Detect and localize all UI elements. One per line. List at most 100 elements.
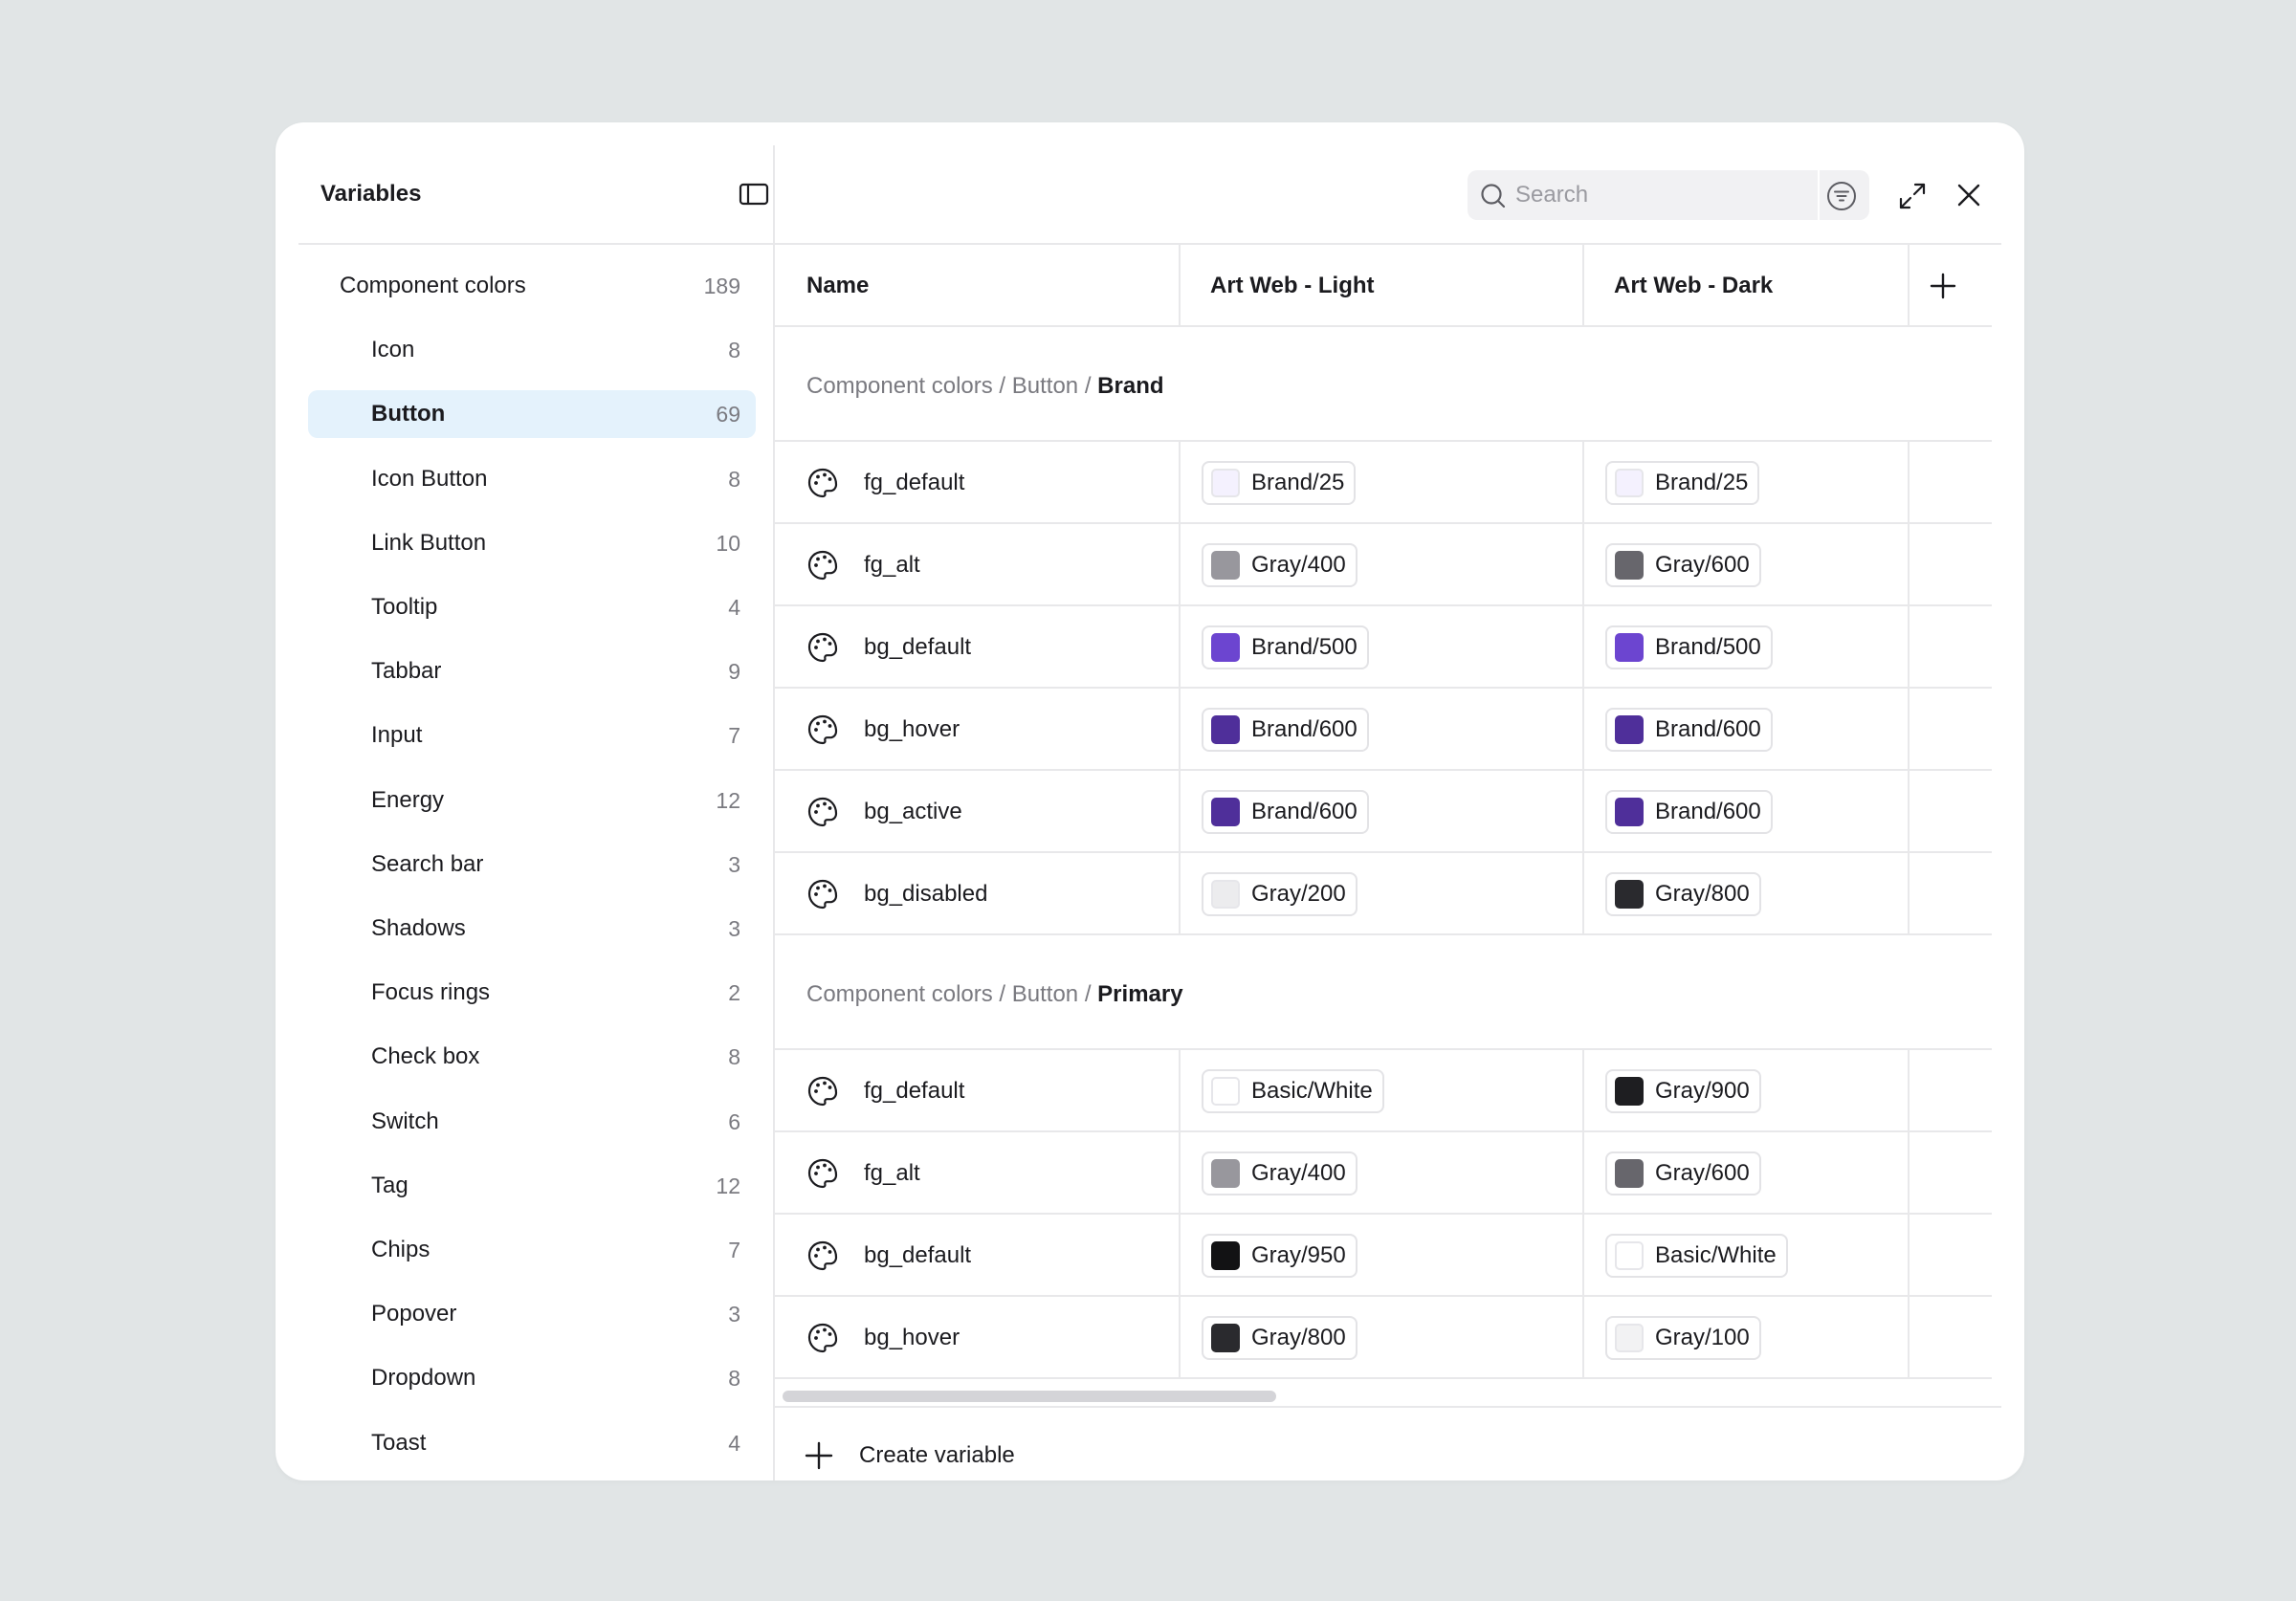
sidebar-item-tag[interactable]: Tag 12 — [308, 1162, 756, 1210]
color-value-label: Gray/100 — [1655, 1325, 1750, 1350]
variable-row[interactable]: bg_hover Brand/600 Brand/600 — [775, 689, 1992, 771]
sidebar-item-link-button[interactable]: Link Button 10 — [308, 519, 756, 567]
color-value-chip[interactable]: Gray/400 — [1202, 543, 1358, 587]
variable-row[interactable]: bg_active Brand/600 Brand/600 — [775, 771, 1992, 853]
color-value-chip[interactable]: Brand/600 — [1605, 708, 1773, 752]
variable-name: bg_hover — [864, 1325, 960, 1350]
sidebar-item-switch[interactable]: Switch 6 — [308, 1098, 756, 1146]
sidebar-item-label: Input — [371, 722, 423, 748]
add-mode-plus-icon[interactable] — [1927, 270, 1959, 302]
sidebar-item-label: Search bar — [371, 851, 484, 877]
column-header-mode-dark[interactable]: Art Web - Dark — [1614, 245, 1773, 327]
column-divider — [1908, 853, 1910, 935]
column-divider — [1179, 524, 1181, 606]
sidebar-item-toast[interactable]: Toast 4 — [308, 1419, 756, 1467]
sidebar-item-dropdown[interactable]: Dropdown 8 — [308, 1354, 756, 1402]
column-divider — [1179, 1297, 1181, 1379]
color-value-label: Brand/25 — [1655, 470, 1749, 495]
color-value-chip[interactable]: Gray/800 — [1605, 872, 1761, 916]
variable-row[interactable]: bg_disabled Gray/200 Gray/800 — [775, 853, 1992, 935]
color-value-chip[interactable]: Gray/400 — [1202, 1151, 1358, 1195]
sidebar-item-label: Icon Button — [371, 466, 488, 492]
sidebar-item-component-colors[interactable]: Component colors 189 — [308, 262, 756, 310]
sidebar-item-count: 12 — [716, 1173, 740, 1198]
close-icon[interactable] — [1954, 181, 1983, 209]
variables-table: Name Art Web - Light Art Web - Dark Comp… — [775, 245, 1992, 1387]
sidebar-item-count: 189 — [703, 273, 740, 298]
sidebar-item-search-bar[interactable]: Search bar 3 — [308, 841, 756, 888]
column-divider — [1908, 1132, 1910, 1215]
search-icon — [1481, 184, 1506, 208]
color-value-label: Gray/400 — [1251, 552, 1346, 578]
color-value-chip[interactable]: Gray/100 — [1605, 1316, 1761, 1360]
color-value-chip[interactable]: Gray/900 — [1605, 1069, 1761, 1113]
sidebar-item-energy[interactable]: Energy 12 — [308, 777, 756, 824]
variable-row[interactable]: fg_alt Gray/400 Gray/600 — [775, 1132, 1992, 1215]
sidebar-item-tabbar[interactable]: Tabbar 9 — [308, 647, 756, 695]
sidebar-item-popover[interactable]: Popover 3 — [308, 1290, 756, 1338]
column-header-name[interactable]: Name — [806, 245, 869, 327]
color-value-chip[interactable]: Brand/600 — [1605, 790, 1773, 834]
column-divider — [1908, 689, 1910, 771]
variable-row[interactable]: bg_default Gray/950 Basic/White — [775, 1215, 1992, 1297]
sidebar-item-chips[interactable]: Chips 7 — [308, 1226, 756, 1274]
sidebar-item-count: 6 — [728, 1108, 740, 1134]
sidebar-item-button[interactable]: Button 69 — [308, 390, 756, 438]
variable-row[interactable]: fg_default Brand/25 Brand/25 — [775, 442, 1992, 524]
color-value-chip[interactable]: Brand/500 — [1202, 625, 1369, 669]
color-value-chip[interactable]: Brand/500 — [1605, 625, 1773, 669]
create-variable-label: Create variable — [859, 1442, 1015, 1468]
variable-row[interactable]: fg_alt Gray/400 Gray/600 — [775, 524, 1992, 606]
color-value-chip[interactable]: Brand/600 — [1202, 708, 1369, 752]
sidebar-item-count: 3 — [728, 915, 740, 941]
sidebar-item-label: Switch — [371, 1108, 439, 1134]
color-value-chip[interactable]: Brand/25 — [1202, 461, 1357, 505]
column-divider — [1908, 524, 1910, 606]
sidebar-item-shadows[interactable]: Shadows 3 — [308, 905, 756, 953]
search-input[interactable] — [1515, 170, 1812, 220]
sidebar-item-tooltip[interactable]: Tooltip 4 — [308, 583, 756, 631]
color-swatch — [1615, 551, 1644, 580]
variable-row[interactable]: bg_default Brand/500 Brand/500 — [775, 606, 1992, 689]
horizontal-scrollbar[interactable] — [783, 1391, 1276, 1402]
create-variable-button[interactable]: Create variable — [804, 1427, 1015, 1480]
palette-icon — [807, 1240, 838, 1271]
color-value-chip[interactable]: Gray/950 — [1202, 1234, 1358, 1278]
sidebar-item-check-box[interactable]: Check box 8 — [308, 1033, 756, 1081]
row-divider — [775, 1377, 1992, 1379]
column-header-mode-light[interactable]: Art Web - Light — [1210, 245, 1375, 327]
section-path-prefix: Component colors / Button / — [806, 373, 1098, 399]
sidebar-item-label: Focus rings — [371, 979, 491, 1005]
color-swatch — [1615, 1159, 1644, 1188]
variable-row[interactable]: fg_default Basic/White Gray/900 — [775, 1050, 1992, 1132]
sidebar-item-icon-button[interactable]: Icon Button 8 — [308, 455, 756, 503]
color-value-chip[interactable]: Gray/800 — [1202, 1316, 1358, 1360]
color-value-chip[interactable]: Basic/White — [1202, 1069, 1384, 1113]
sidebar-item-count: 8 — [728, 337, 740, 362]
color-value-chip[interactable]: Gray/600 — [1605, 1151, 1761, 1195]
color-value-label: Brand/600 — [1251, 716, 1358, 742]
sidebar-item-focus-rings[interactable]: Focus rings 2 — [308, 969, 756, 1017]
sidebar-item-icon[interactable]: Icon 8 — [308, 326, 756, 374]
color-value-label: Brand/600 — [1655, 716, 1761, 742]
color-value-chip[interactable]: Basic/White — [1605, 1234, 1788, 1278]
color-swatch — [1211, 798, 1240, 826]
color-value-chip[interactable]: Gray/200 — [1202, 872, 1358, 916]
sidebar-item-label: Toast — [371, 1430, 427, 1456]
sidebar-item-count: 2 — [728, 979, 740, 1005]
sidebar-item-count: 7 — [728, 722, 740, 748]
color-swatch — [1211, 469, 1240, 497]
sidebar-item-count: 3 — [728, 851, 740, 877]
column-divider — [1908, 1215, 1910, 1297]
expand-icon[interactable] — [1897, 181, 1928, 211]
color-value-chip[interactable]: Brand/600 — [1202, 790, 1369, 834]
color-value-label: Gray/200 — [1251, 881, 1346, 907]
color-value-chip[interactable]: Brand/25 — [1605, 461, 1760, 505]
sidebar-item-input[interactable]: Input 7 — [308, 712, 756, 759]
column-divider — [1582, 1050, 1584, 1132]
color-value-chip[interactable]: Gray/600 — [1605, 543, 1761, 587]
variable-row[interactable]: bg_hover Gray/800 Gray/100 — [775, 1297, 1992, 1379]
variable-name: bg_active — [864, 799, 962, 824]
sidebar-toggle-icon[interactable] — [739, 179, 769, 209]
filter-icon[interactable] — [1825, 180, 1858, 212]
